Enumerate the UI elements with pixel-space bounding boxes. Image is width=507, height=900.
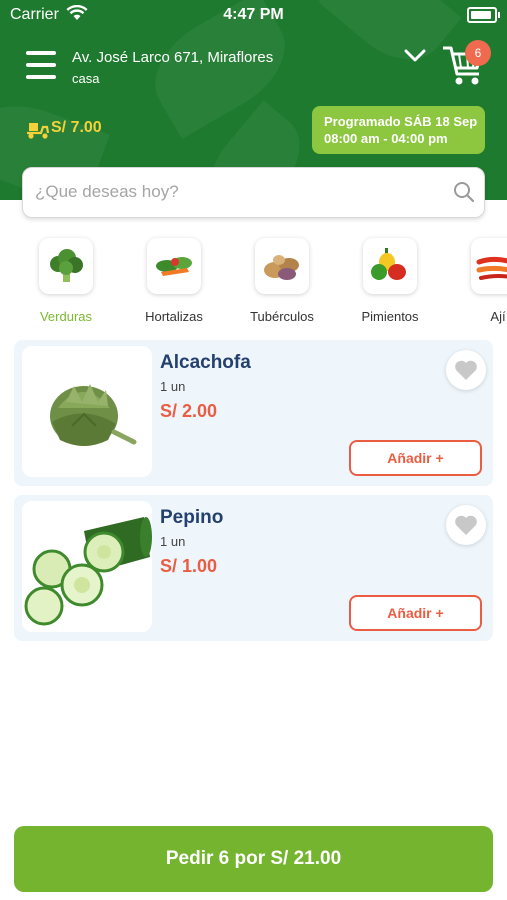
delivery-address[interactable]: Av. José Larco 671, Miraflores [72,49,273,66]
status-bar: Carrier 4:47 PM [0,0,507,30]
favorite-button[interactable] [446,350,486,390]
category-pimientos[interactable]: Pimientos [336,233,444,324]
product-price: S/ 2.00 [160,401,218,421]
category-carousel[interactable]: Verduras Hortalizas Tubérculos Pimientos… [0,233,507,328]
product-price: S/ 1.00 [160,556,218,576]
category-verduras[interactable]: Verduras [12,233,120,324]
product-name: Pepino [160,507,224,528]
battery-icon [467,7,500,23]
artichoke-image [22,346,152,477]
product-unit: 1 un [160,534,186,549]
vegetables-icon [147,238,201,294]
heart-icon [455,360,477,380]
cucumber-image [22,501,152,632]
delivery-fee: S/ 7.00 [51,119,102,136]
heart-icon [455,515,477,535]
chili-icon [471,238,507,294]
schedule-hours: 08:00 am - 04:00 pm [324,131,448,146]
delivery-scooter-icon [27,123,50,139]
menu-button[interactable] [26,51,56,79]
add-to-cart-button[interactable]: Añadir + [349,595,482,631]
cart-count-badge: 6 [465,40,491,66]
product-name: Alcachofa [160,352,251,373]
chevron-down-icon[interactable] [404,48,426,64]
product-unit: 1 un [160,379,186,394]
search-input[interactable]: ¿Que deseas hoy? [35,182,179,202]
place-order-button[interactable]: Pedir 6 por S/ 21.00 [14,826,493,892]
potatoes-icon [255,238,309,294]
category-tuberculos[interactable]: Tubérculos [228,233,336,324]
category-label: Pimientos [361,309,419,324]
schedule-badge[interactable]: Programado SÁB 18 Sep 08:00 am - 04:00 p… [312,106,485,154]
add-to-cart-button[interactable]: Añadir + [349,440,482,476]
category-label: Tubérculos [250,309,314,324]
search-icon[interactable] [452,180,476,204]
product-card[interactable]: Pepino 1 un S/ 1.00 Añadir + [14,495,493,641]
status-time: 4:47 PM [223,6,284,23]
schedule-date: Programado SÁB 18 Sep [324,114,478,129]
category-label: Hortalizas [145,309,203,324]
category-hortalizas[interactable]: Hortalizas [120,233,228,324]
address-label: casa [72,71,100,86]
category-label: Verduras [39,309,93,324]
product-card[interactable]: Alcachofa 1 un S/ 2.00 Añadir + [14,340,493,486]
category-label: Ají [490,309,506,324]
search-bar[interactable]: ¿Que deseas hoy? [22,167,485,218]
peppers-icon [363,238,417,294]
broccoli-icon [39,238,93,294]
category-aji[interactable]: Ají [444,233,507,324]
favorite-button[interactable] [446,505,486,545]
